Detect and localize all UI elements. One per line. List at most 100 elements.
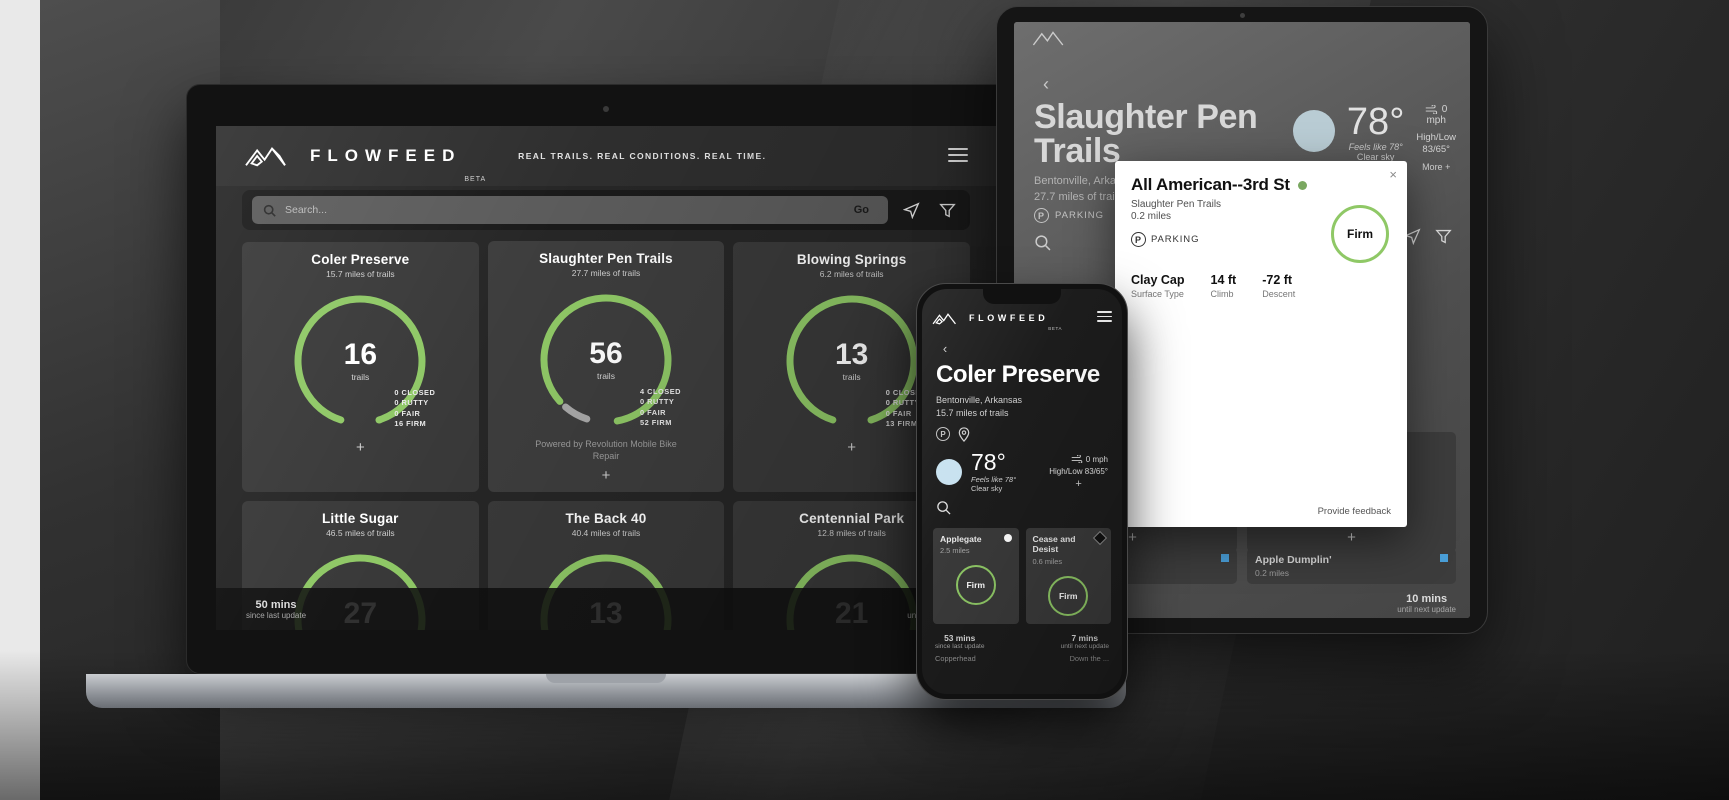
trail-card-title: Coler Preserve <box>311 252 410 267</box>
parking-icon[interactable]: P <box>936 427 950 442</box>
status-right-label: until next update <box>1060 642 1109 650</box>
stat-label: Descent <box>1262 289 1296 299</box>
provide-feedback-link[interactable]: Provide feedback <box>1318 506 1391 517</box>
phone-page-title: Coler Preserve <box>936 361 1100 388</box>
close-icon[interactable]: × <box>1389 167 1397 182</box>
phone-trail-cards: Applegate 2.5 miles Firm Cease and Desis… <box>922 520 1122 624</box>
next-trail-name: Copperhead <box>935 653 976 663</box>
tablet-parking-badge: P PARKING <box>1034 208 1104 223</box>
trail-distance: 0.6 miles <box>1032 556 1063 566</box>
add-trail-button[interactable]: + <box>847 439 856 456</box>
modal-stat: 14 ft Climb <box>1211 273 1237 299</box>
trail-card-title: Centennial Park <box>799 511 905 527</box>
status-last-update: 50 mins since last update <box>246 599 306 620</box>
stat-label: Climb <box>1210 289 1234 299</box>
search-field[interactable]: Go <box>252 196 888 224</box>
status-left-value: 50 mins <box>255 598 297 611</box>
weather-temp-block: 78° Feels like 78° Clear sky <box>1346 101 1405 162</box>
add-trail-button[interactable]: + <box>356 439 365 456</box>
condition-legend: 4 CLOSED 0 RUTTY 0 FAIR 52 FIRM <box>640 387 681 429</box>
condition-ring: Firm <box>1048 575 1089 616</box>
trail-card-subtitle: 12.8 miles of trails <box>817 528 886 539</box>
legend-item: 0 RUTTY <box>394 398 429 408</box>
conditions-donut-chart: 56 trails 4 CLOSED 0 RUTTY 0 FAIR 52 FIRM <box>533 287 681 433</box>
trail-card-subtitle: 40.4 miles of trails <box>571 528 641 539</box>
card-header: Cease and Desist 0.6 miles <box>1032 532 1106 566</box>
modal-title: All American--3rd St <box>1131 175 1290 194</box>
condition-dot-icon <box>1297 180 1307 190</box>
tablet-status-value: 10 mins <box>1406 593 1448 605</box>
trail-distance: 2.5 miles <box>940 546 970 556</box>
tablet-page-title: Slaughter Pen Trails <box>1034 98 1258 170</box>
modal-parking-label: PARKING <box>1151 234 1200 245</box>
add-button[interactable]: + <box>1128 529 1137 546</box>
weather-details: 0 mph High/Low 83/65° More + <box>1416 104 1456 172</box>
phone-header: FLOWFEED BETA <box>922 303 1122 333</box>
weather-conditions: Clear sky <box>971 484 1003 494</box>
high-low-label: High/Low <box>1416 132 1456 143</box>
legend-item: 16 FIRM <box>394 419 427 429</box>
trail-count-label: trails <box>842 372 861 382</box>
add-trail-button[interactable]: + <box>602 467 611 484</box>
phone-status-left: 53 mins since last update <box>935 633 985 650</box>
wind-unit: mph <box>1426 115 1446 126</box>
weather-temperature: 78° <box>971 449 1006 476</box>
filter-icon[interactable] <box>1435 228 1452 250</box>
navigate-icon[interactable] <box>898 197 924 223</box>
trail-card[interactable]: Slaughter Pen Trails 27.7 miles of trails… <box>487 241 725 493</box>
status-left-label: since last update <box>246 610 307 620</box>
modal-condition-ring: Firm <box>1331 205 1389 263</box>
more-button[interactable]: More + <box>1416 162 1456 172</box>
legend-item: 4 CLOSED <box>640 386 681 396</box>
expand-weather-button[interactable]: + <box>1049 478 1108 490</box>
back-button[interactable]: ‹ <box>936 339 954 357</box>
flowfeed-logo-icon <box>1032 31 1064 46</box>
hamburger-menu-icon[interactable] <box>948 148 968 162</box>
search-input[interactable] <box>285 204 837 216</box>
wind-value: 0 <box>1441 104 1448 115</box>
phone-status-bar: 53 mins since last update 7 mins until n… <box>922 624 1122 650</box>
brand-name: FLOWFEED <box>310 146 462 165</box>
legend-item: 0 RUTTY <box>640 397 675 407</box>
brand-tagline: REAL TRAILS. REAL CONDITIONS. REAL TIME. <box>518 151 767 161</box>
add-button[interactable]: + <box>1347 529 1356 546</box>
next-trail-name: Down the ... <box>1069 653 1109 663</box>
wind-icon <box>1425 104 1438 115</box>
difficulty-marker-icon <box>1221 554 1229 562</box>
modal-title-row: All American--3rd St <box>1131 175 1391 195</box>
tablet-trail-card[interactable]: Apple Dumplin' 0.2 miles <box>1247 548 1456 584</box>
phone-miles-text: 15.7 miles of trails <box>936 408 1009 419</box>
brand-name: FLOWFEED <box>969 313 1049 323</box>
hamburger-menu-icon[interactable] <box>1097 311 1112 325</box>
wind-row: 0 <box>1416 104 1456 115</box>
trail-detail-modal: × All American--3rd St Slaughter Pen Tra… <box>1115 161 1407 527</box>
conditions-donut-chart: 16 trails 0 CLOSED 0 RUTTY 0 FAIR 16 FIRM <box>287 288 435 434</box>
flowfeed-logo-icon <box>245 146 286 167</box>
trail-card-subtitle: 6.2 miles of trails <box>819 269 884 279</box>
tablet-search-icon[interactable] <box>1034 234 1051 256</box>
trail-card-title: Blowing Springs <box>796 252 907 267</box>
modal-stats: Clay Cap Surface Type 14 ft Climb -72 ft… <box>1131 273 1391 299</box>
stat-value: 14 ft <box>1210 273 1237 287</box>
modal-stat: Clay Cap Surface Type <box>1131 273 1185 299</box>
phone-search-icon[interactable] <box>922 493 1122 520</box>
wind-row: 0 mph <box>1049 455 1108 465</box>
phone-temp-block: 78° Feels like 78° Clear sky <box>971 449 1017 494</box>
trail-count: 13 <box>834 338 869 371</box>
go-button[interactable]: Go <box>846 204 877 216</box>
status-right-value: 7 mins <box>1071 632 1099 643</box>
weather-temperature: 78° <box>1346 101 1405 143</box>
trail-count: 16 <box>343 338 378 371</box>
filter-icon[interactable] <box>934 197 960 223</box>
scene: FLOWFEED BETA REAL TRAILS. REAL CONDITIO… <box>0 0 1729 800</box>
trail-card[interactable]: Coler Preserve 15.7 miles of trails 16 trai… <box>242 242 479 493</box>
weather-feels-like: Feels like 78° <box>971 475 1017 485</box>
map-pin-icon[interactable] <box>957 427 971 443</box>
trail-card-title: The Back 40 <box>565 511 647 527</box>
back-button[interactable]: ‹ <box>1034 72 1058 96</box>
phone-trail-card[interactable]: Applegate 2.5 miles Firm <box>933 528 1019 624</box>
stat-value: Clay Cap <box>1131 273 1185 287</box>
high-low-block: High/Low 83/65° <box>1416 132 1456 157</box>
high-low-value: High/Low 83/65° <box>1049 466 1108 476</box>
phone-trail-card[interactable]: Cease and Desist 0.6 miles Firm <box>1025 528 1111 624</box>
